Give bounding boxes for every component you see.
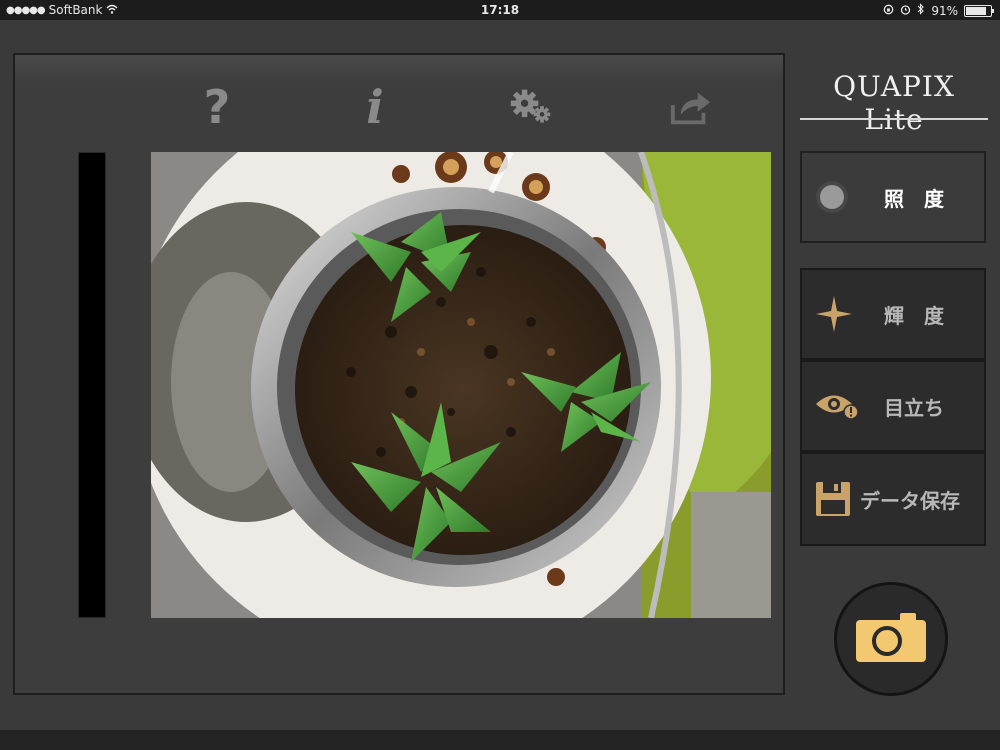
mode-label-illuminance: 照 度: [884, 186, 944, 211]
mode-button-illuminance[interactable]: 照 度: [800, 151, 986, 243]
status-bar: ●●●●● SoftBank 17:18 91%: [0, 0, 1000, 20]
rotation-lock-icon: [883, 4, 894, 18]
mode-button-saliency[interactable]: 目立ち: [800, 360, 986, 452]
app-brand-title: QUAPIX Lite: [833, 70, 955, 136]
share-icon[interactable]: [669, 85, 713, 129]
bottom-strip: [0, 730, 1000, 750]
camera-preview-image: [151, 152, 771, 618]
mode-button-save-data[interactable]: データ保存: [800, 452, 986, 546]
help-glyph: ?: [203, 80, 231, 134]
battery-percent: 91%: [931, 3, 958, 18]
help-icon[interactable]: ?: [195, 80, 239, 134]
battery-icon: [964, 4, 994, 17]
mode-label-luminance: 輝 度: [884, 303, 944, 328]
status-time: 17:18: [480, 3, 520, 17]
mode-label-save-data: データ保存: [860, 488, 960, 513]
camera-viewer-panel: ? i: [13, 53, 785, 695]
info-icon[interactable]: i: [353, 80, 397, 134]
sparkle-icon: [814, 270, 854, 358]
mode-label-saliency: 目立ち: [884, 395, 944, 420]
mode-button-luminance[interactable]: 輝 度: [800, 268, 986, 360]
bluetooth-icon: [917, 3, 925, 18]
floppy-disk-icon: [814, 454, 852, 544]
brand-underline: [800, 118, 988, 120]
status-right: 91%: [883, 3, 994, 18]
camera-icon: [854, 610, 928, 668]
alarm-icon: [900, 4, 911, 18]
settings-icon[interactable]: [509, 85, 553, 129]
camera-shutter-button[interactable]: [834, 582, 948, 696]
info-glyph: i: [366, 80, 384, 134]
level-meter-bar: [78, 152, 106, 618]
eye-alert-icon: [814, 362, 860, 450]
active-indicator-icon: [814, 153, 850, 241]
